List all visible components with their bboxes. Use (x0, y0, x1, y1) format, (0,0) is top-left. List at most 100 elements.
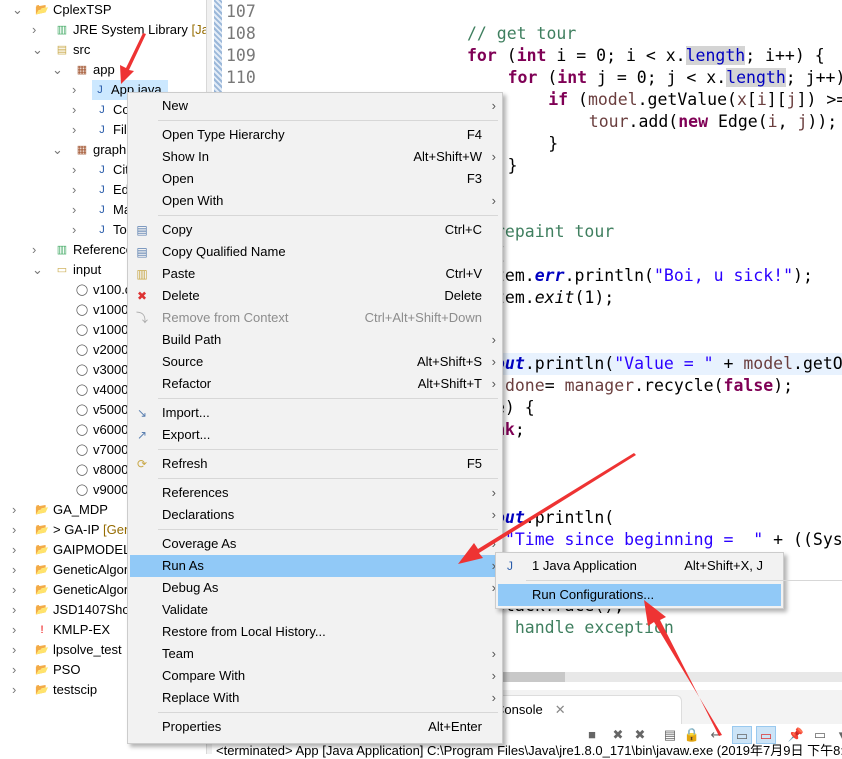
chevron-down-icon[interactable]: ⌄ (12, 0, 23, 20)
view-menu-icon[interactable]: ▾ (832, 726, 842, 744)
menu-item-label: Refresh (162, 456, 208, 471)
menu-item-import[interactable]: ↘ Import... (130, 402, 500, 424)
chevron-right-icon[interactable]: › (72, 100, 76, 120)
tree-item[interactable]: ▦ app (74, 60, 207, 80)
chevron-right-icon[interactable]: › (12, 660, 16, 680)
display-console-icon[interactable]: ▭ (810, 726, 830, 744)
menu-item-new[interactable]: New › (130, 95, 500, 117)
remove-launch-icon[interactable]: ✖ (608, 726, 628, 744)
menu-item-compare-with[interactable]: Compare With › (130, 665, 500, 687)
tree-item-label: testscip (53, 682, 98, 697)
menu-item-label: Copy (162, 222, 193, 237)
scroll-lock-icon[interactable]: 🔒 (682, 726, 702, 744)
tree-item[interactable]: ▥ JRE System Library [Java (54, 20, 207, 40)
menu-item-delete[interactable]: ✖ Delete Delete (130, 285, 500, 307)
chevron-right-icon[interactable]: › (12, 520, 16, 540)
menu-item-team[interactable]: Team › (130, 643, 500, 665)
menu-item-show-in[interactable]: Show In Alt+Shift+W › (130, 146, 500, 168)
pin-console-icon[interactable]: 📌 (786, 726, 806, 744)
chevron-right-icon[interactable]: › (32, 20, 36, 40)
menu-item-build-path[interactable]: Build Path › (130, 329, 500, 351)
terminate-icon[interactable]: ■ (582, 726, 602, 744)
menu-item-restore-from-local-history[interactable]: Restore from Local History... (130, 621, 500, 643)
menu-item-refresh[interactable]: ⟳ Refresh F5 (130, 453, 500, 475)
menu-item-label: Debug As (162, 580, 219, 595)
show-on-stdout-icon[interactable]: ▭ (732, 726, 752, 744)
word-wrap-icon[interactable]: ↵ (706, 726, 726, 744)
chevron-right-icon[interactable]: › (12, 680, 16, 700)
chevron-right-icon[interactable]: › (12, 600, 16, 620)
clear-console-icon[interactable]: ▤ (660, 726, 680, 744)
chevron-right-icon[interactable]: › (32, 240, 36, 260)
code-token: i (756, 90, 767, 109)
code-token: ); (773, 376, 794, 395)
code-token: } (548, 134, 559, 153)
menu-item-copy-qualified-name[interactable]: ▤ Copy Qualified Name (130, 241, 500, 263)
chevron-right-icon[interactable]: › (72, 200, 76, 220)
tree-item[interactable]: ▤ src (54, 40, 207, 60)
chevron-down-icon[interactable]: ⌄ (52, 60, 63, 80)
code-line: done= manager.recycle(false); (495, 375, 793, 397)
chevron-right-icon[interactable]: › (12, 540, 16, 560)
tree-item-label: src (73, 42, 91, 57)
menu-item-export[interactable]: ↗ Export... (130, 424, 500, 446)
menu-item-debug-as[interactable]: Debug As › (130, 577, 500, 599)
menu-item-source[interactable]: Source Alt+Shift+S › (130, 351, 500, 373)
menu-item-label: Delete (162, 288, 200, 303)
tree-item[interactable]: 📂 CplexTSP (34, 0, 207, 20)
chevron-down-icon[interactable]: ⌄ (32, 40, 43, 60)
chevron-right-icon[interactable]: › (12, 500, 16, 520)
menu-item-properties[interactable]: Properties Alt+Enter (130, 716, 500, 738)
menu-item-label: Open Type Hierarchy (162, 127, 285, 142)
chevron-down-icon[interactable]: ⌄ (52, 140, 63, 160)
menu-item-references[interactable]: References › (130, 482, 500, 504)
menu-item-label: References (162, 485, 229, 500)
menu-item-open[interactable]: Open F3 (130, 168, 500, 190)
menu-item-1-java-application[interactable]: J 1 Java Application Alt+Shift+X, J (498, 555, 781, 577)
menu-item-label: Properties (162, 719, 222, 734)
tab-console[interactable]: Console ✕ (482, 695, 682, 724)
code-line: // get tour (467, 23, 576, 45)
chevron-right-icon[interactable]: › (12, 620, 16, 640)
editor-horizontal-scrollbar[interactable] (480, 672, 842, 682)
menu-item-open-with[interactable]: Open With › (130, 190, 500, 212)
code-token: i = 0; i < x. (546, 46, 686, 65)
chevron-right-icon[interactable]: › (12, 560, 16, 580)
chevron-right-icon: › (491, 507, 496, 522)
code-token: j (797, 112, 808, 131)
menu-item-coverage-as[interactable]: Coverage As › (130, 533, 500, 555)
code-token: ; (514, 420, 525, 439)
menu-item-run-configurations[interactable]: Run Configurations... (498, 584, 781, 606)
close-icon[interactable]: ✕ (555, 702, 566, 717)
chevron-right-icon[interactable]: › (72, 80, 76, 100)
chevron-right-icon[interactable]: › (12, 640, 16, 660)
remove-all-terminated-icon[interactable]: ✖ (630, 726, 650, 744)
menu-item-paste[interactable]: ▥ Paste Ctrl+V (130, 263, 500, 285)
menu-item-copy[interactable]: ▤ Copy Ctrl+C (130, 219, 500, 241)
chevron-right-icon[interactable]: › (72, 180, 76, 200)
menu-item-label: Import... (162, 405, 210, 420)
menu-item-declarations[interactable]: Declarations › (130, 504, 500, 526)
chevron-right-icon[interactable]: › (12, 580, 16, 600)
code-line: } (548, 133, 558, 155)
chevron-right-icon[interactable]: › (72, 120, 76, 140)
code-token: ( (496, 46, 517, 65)
project-folder-icon: 📂 (35, 4, 49, 16)
menu-item-validate[interactable]: Validate (130, 599, 500, 621)
menu-item-refactor[interactable]: Refactor Alt+Shift+T › (130, 373, 500, 395)
menu-item-open-type-hierarchy[interactable]: Open Type Hierarchy F4 (130, 124, 500, 146)
menu-separator (158, 529, 498, 530)
show-on-stderr-icon[interactable]: ▭ (756, 726, 776, 744)
chevron-right-icon[interactable]: › (72, 160, 76, 180)
project-error-icon: ! (40, 624, 44, 636)
tree-item-label: lpsolve_test (53, 642, 122, 657)
code-token: , (777, 112, 798, 131)
code-token: exit (534, 288, 575, 307)
menu-item-run-as[interactable]: Run As › (130, 555, 500, 577)
menu-item-label: Export... (162, 427, 211, 442)
chevron-down-icon[interactable]: ⌄ (32, 260, 43, 280)
chevron-right-icon[interactable]: › (72, 220, 76, 240)
menu-item-shortcut: Alt+Enter (428, 719, 482, 734)
menu-item-replace-with[interactable]: Replace With › (130, 687, 500, 709)
menu-item-label: Open With (162, 193, 224, 208)
